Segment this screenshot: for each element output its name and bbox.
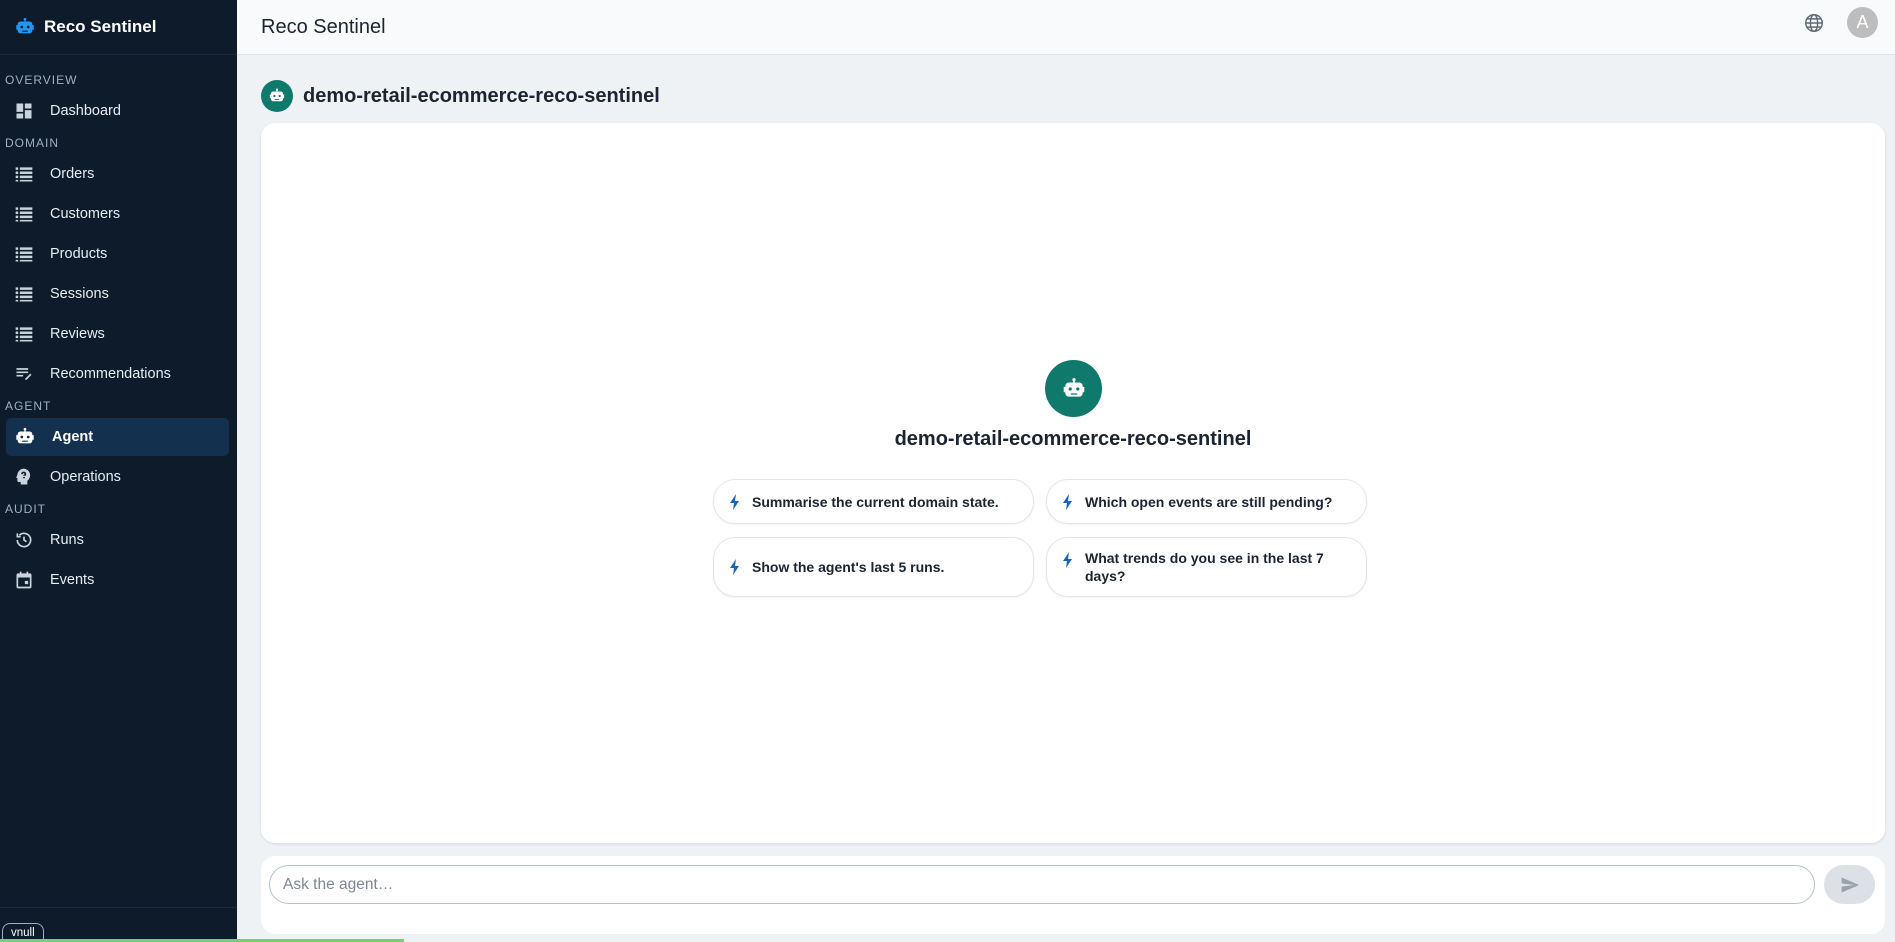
sidebar-item-label: Operations [50, 469, 121, 485]
bolt-icon [730, 559, 739, 575]
message-input[interactable] [269, 865, 1815, 904]
avatar[interactable]: A [1847, 7, 1878, 38]
sidebar-item-products[interactable]: Products [6, 235, 229, 273]
psychology-icon [16, 468, 31, 485]
sidebar-item-label: Customers [50, 206, 121, 222]
sidebar-item-label: Agent [52, 429, 94, 445]
list-icon [15, 167, 33, 182]
bolt-icon [1063, 552, 1072, 568]
agent-header: demo-retail-ecommerce-reco-sentinel [261, 80, 660, 112]
sidebar-item-sessions[interactable]: Sessions [6, 275, 229, 313]
hero-title: demo-retail-ecommerce-reco-sentinel [894, 428, 1252, 450]
sidebar-item-label: Sessions [50, 286, 109, 302]
composer [261, 856, 1885, 934]
list-icon [15, 207, 33, 222]
section-label-domain: DOMAIN [5, 135, 59, 150]
sidebar-item-reviews[interactable]: Reviews [6, 315, 229, 353]
robot-icon [269, 88, 285, 102]
sidebar-item-dashboard[interactable]: Dashboard [6, 92, 229, 130]
edit-list-icon [16, 368, 32, 380]
language-button[interactable] [1803, 12, 1825, 34]
sidebar-item-label: Events [50, 572, 95, 588]
list-icon [15, 287, 33, 302]
suggestion-chip[interactable]: What trends do you see in the last 7 day… [1046, 537, 1367, 597]
sidebar-item-label: Reviews [50, 326, 105, 342]
sidebar: Reco Sentinel OVERVIEW Dashboard DOMAIN … [0, 0, 237, 942]
sidebar-item-label: Dashboard [50, 103, 121, 119]
dashboard-icon [16, 103, 32, 119]
suggestion-chip[interactable]: Summarise the current domain state. [713, 479, 1034, 524]
suggestion-text: What trends do you see in the last 7 day… [1085, 550, 1324, 584]
agent-avatar [261, 80, 293, 112]
section-label-overview: OVERVIEW [5, 72, 78, 87]
sidebar-item-orders[interactable]: Orders [6, 155, 229, 193]
hero-agent-avatar [1045, 360, 1102, 417]
sidebar-item-runs[interactable]: Runs [6, 521, 229, 559]
suggestion-text: Summarise the current domain state. [752, 493, 999, 510]
brand-name: Reco Sentinel [44, 17, 157, 36]
bolt-icon [1063, 493, 1072, 510]
section-label-agent: AGENT [5, 398, 52, 413]
calendar-icon [16, 571, 32, 589]
sidebar-item-agent[interactable]: Agent [6, 418, 229, 456]
sidebar-item-label: Runs [50, 532, 84, 548]
sidebar-footer: vnull [0, 907, 237, 942]
section-label-audit: AUDIT [5, 501, 46, 516]
history-icon [16, 532, 32, 548]
suggestion-text: Which open events are still pending? [1085, 493, 1333, 510]
send-button[interactable] [1824, 865, 1875, 904]
globe-icon [1805, 13, 1823, 32]
sidebar-item-label: Products [50, 246, 108, 262]
topbar: Reco Sentinel A [237, 0, 1895, 55]
list-icon [15, 247, 33, 262]
sidebar-item-customers[interactable]: Customers [6, 195, 229, 233]
chat-panel: demo-retail-ecommerce-reco-sentinel Summ… [261, 123, 1885, 843]
send-icon [1841, 877, 1859, 892]
suggestion-chip[interactable]: Which open events are still pending? [1046, 479, 1367, 524]
robot-icon [16, 427, 34, 444]
brand[interactable]: Reco Sentinel [0, 0, 237, 55]
robot-icon [1063, 377, 1084, 397]
sidebar-item-label: Orders [50, 166, 95, 182]
suggestion-chip[interactable]: Show the agent's last 5 runs. [713, 537, 1034, 597]
bolt-icon [730, 493, 739, 510]
suggestion-text: Show the agent's last 5 runs. [752, 559, 945, 575]
sidebar-item-operations[interactable]: Operations [6, 458, 229, 496]
topbar-actions: A [1803, 7, 1878, 38]
sidebar-item-events[interactable]: Events [6, 561, 229, 599]
robot-icon [16, 17, 34, 34]
sidebar-item-label: Recommendations [50, 366, 171, 382]
page-title: Reco Sentinel [261, 15, 386, 38]
list-icon [15, 327, 33, 342]
suggestion-grid: Summarise the current domain state. Whic… [713, 479, 1367, 597]
agent-name: demo-retail-ecommerce-reco-sentinel [303, 84, 660, 107]
sidebar-item-recommendations[interactable]: Recommendations [6, 355, 229, 393]
